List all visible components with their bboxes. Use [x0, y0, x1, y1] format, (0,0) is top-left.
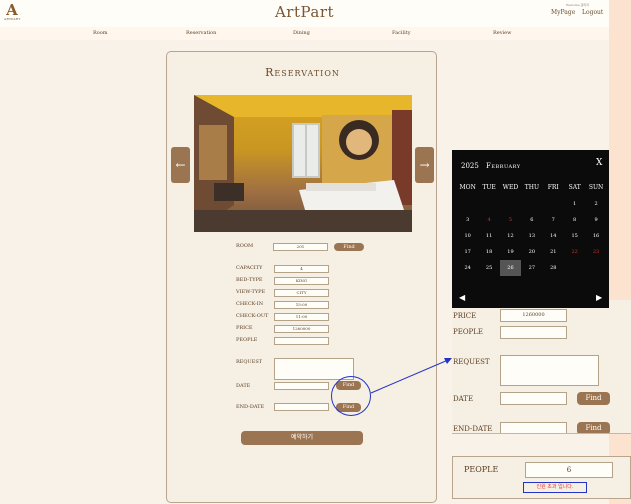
zoom-price-field[interactable]: 1260000	[500, 309, 567, 322]
weekday-header: SAT	[568, 184, 581, 191]
zoom-request-label: REQUEST	[453, 358, 490, 366]
calendar-day[interactable]: 13	[521, 228, 542, 244]
calendar-day[interactable]: 5	[500, 212, 521, 228]
zoom-people-field[interactable]	[500, 326, 567, 339]
weekday-header: MON	[459, 184, 476, 191]
calendar-day[interactable]: 27	[521, 260, 542, 276]
popup-people-label: PEOPLE	[464, 465, 499, 474]
people-popup: PEOPLE 6 인원 초과 입니다.	[452, 456, 631, 499]
calendar-day[interactable]: 2	[585, 196, 606, 212]
calendar-year: 2025	[461, 162, 479, 170]
zoom-price-label: PRICE	[453, 312, 477, 320]
calendar-day[interactable]: 18	[478, 244, 499, 260]
calendar-day[interactable]: 12	[500, 228, 521, 244]
calendar-empty	[521, 196, 542, 212]
people-warning: 인원 초과 입니다.	[523, 482, 587, 493]
calendar-day[interactable]: 14	[543, 228, 564, 244]
calendar-popup: 2025 February X MON TUE WED THU FRI SAT SUN 1 2 3…	[452, 150, 609, 308]
weekday-header: FRI	[547, 184, 559, 191]
calendar-day[interactable]: 28	[543, 260, 564, 276]
zoom-end-date-label: END-DATE	[453, 425, 493, 433]
calendar-prev-button[interactable]: ◀	[459, 293, 465, 302]
calendar-day[interactable]: 3	[457, 212, 478, 228]
zoom-date-field[interactable]	[500, 392, 567, 405]
calendar-day[interactable]: 25	[478, 260, 499, 276]
zoom-people-label: PEOPLE	[453, 328, 484, 336]
zoom-request-textarea[interactable]	[500, 355, 599, 386]
calendar-day[interactable]: 24	[457, 260, 478, 276]
calendar-empty	[543, 196, 564, 212]
calendar-day[interactable]: 19	[500, 244, 521, 260]
weekday-header: THU	[524, 184, 540, 191]
calendar-empty	[500, 196, 521, 212]
calendar-next-button[interactable]: ▶	[596, 293, 602, 302]
weekday-header: WED	[502, 184, 519, 191]
calendar-day[interactable]: 4	[478, 212, 499, 228]
calendar-day[interactable]: 6	[521, 212, 542, 228]
calendar-day[interactable]: 17	[457, 244, 478, 260]
calendar-day[interactable]: 20	[521, 244, 542, 260]
calendar-day[interactable]: 7	[543, 212, 564, 228]
calendar-empty	[457, 196, 478, 212]
calendar-close-button[interactable]: X	[596, 158, 602, 168]
calendar-empty	[564, 260, 585, 276]
calendar-day[interactable]: 11	[478, 228, 499, 244]
popup-people-field[interactable]: 6	[525, 462, 613, 478]
calendar-month: February	[486, 162, 521, 170]
calendar-empty	[478, 196, 499, 212]
calendar-day[interactable]: 22	[564, 244, 585, 260]
zoom-end-date-find-button[interactable]: Find	[577, 422, 610, 433]
calendar-day[interactable]: 15	[564, 228, 585, 244]
calendar-empty	[585, 260, 606, 276]
calendar-day[interactable]: 23	[585, 244, 606, 260]
calendar-day[interactable]: 21	[543, 244, 564, 260]
weekday-header: SUN	[588, 184, 604, 191]
calendar-day[interactable]: 8	[564, 212, 585, 228]
zoomed-form: PRICE 1260000 PEOPLE REQUEST DATE Find E…	[452, 300, 631, 434]
weekday-header: TUE	[482, 184, 496, 191]
zoom-end-date-field[interactable]	[500, 422, 567, 433]
zoom-date-label: DATE	[453, 395, 474, 403]
calendar-day[interactable]: 9	[585, 212, 606, 228]
calendar-grid: MON TUE WED THU FRI SAT SUN 1 2 3 4 5 6 7 8 9 10 11 12 13 14…	[457, 180, 607, 276]
calendar-day[interactable]: 16	[585, 228, 606, 244]
calendar-day[interactable]: 10	[457, 228, 478, 244]
zoom-date-find-button[interactable]: Find	[577, 392, 610, 405]
calendar-day[interactable]: 1	[564, 196, 585, 212]
calendar-day[interactable]: 26	[499, 260, 522, 276]
